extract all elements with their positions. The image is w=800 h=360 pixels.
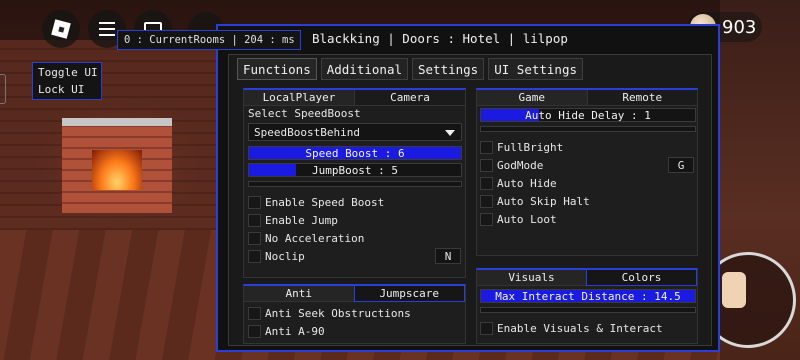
subtab-anti[interactable]: Anti (244, 286, 354, 302)
window-content: Functions Additional Settings UI Setting… (228, 54, 712, 346)
subtab-localplayer[interactable]: LocalPlayer (244, 90, 354, 106)
option-auto-skip-halt[interactable]: Auto Skip Halt (480, 194, 590, 208)
checkbox[interactable] (480, 176, 493, 190)
ui-controls-box: Toggle UI Lock UI (32, 62, 102, 100)
speedboost-dropdown[interactable]: SpeedBoostBehind (248, 123, 462, 141)
subtab-colors[interactable]: Colors (586, 270, 697, 286)
option-label: Auto Loot (497, 212, 557, 226)
noclip-keybind[interactable]: N (435, 248, 461, 264)
coin-value: 903 (722, 16, 757, 38)
option-enable-speed-boost[interactable]: Enable Speed Boost (248, 195, 384, 209)
checkbox[interactable] (248, 306, 261, 320)
max-interact-slider[interactable]: Max Interact Distance : 14.5 (480, 289, 696, 303)
checkbox[interactable] (248, 213, 261, 227)
anti-subtabs: Anti Jumpscare (244, 286, 465, 302)
option-label: Enable Speed Boost (265, 195, 385, 209)
roblox-menu-button[interactable] (42, 10, 80, 48)
subtab-remote[interactable]: Remote (586, 90, 697, 106)
option-label: Enable Visuals & Interact (497, 321, 663, 335)
subtab-camera[interactable]: Camera (354, 90, 465, 106)
max-interact-label: Max Interact Distance : 14.5 (495, 289, 681, 303)
empty-slider[interactable] (480, 307, 696, 313)
empty-slider[interactable] (248, 181, 462, 187)
anti-panel: Anti Jumpscare Anti Seek Obstructions An… (243, 284, 466, 344)
lock-ui-button[interactable]: Lock UI (38, 81, 101, 98)
checkbox[interactable] (248, 324, 261, 338)
option-enable-visuals[interactable]: Enable Visuals & Interact (480, 321, 663, 335)
option-no-acceleration[interactable]: No Acceleration (248, 231, 364, 245)
main-tab-bar: Functions Additional Settings UI Setting… (237, 58, 584, 80)
option-label: Auto Skip Halt (497, 194, 590, 208)
subtab-game[interactable]: Game (477, 90, 587, 106)
roblox-logo-icon (51, 19, 71, 39)
option-anti-a90[interactable]: Anti A-90 (248, 324, 325, 338)
game-subtabs: Game Remote (477, 90, 697, 106)
option-label: GodMode (497, 158, 544, 172)
option-label: Enable Jump (265, 213, 338, 227)
option-label: Noclip (265, 249, 305, 263)
game-panel: Game Remote Auto Hide Delay : 1 FullBrig… (476, 88, 698, 256)
option-enable-jump[interactable]: Enable Jump (248, 213, 338, 227)
hand-icon (722, 272, 746, 308)
checkbox[interactable] (248, 249, 261, 263)
checkbox[interactable] (480, 140, 493, 154)
option-label: Anti A-90 (265, 324, 325, 338)
exploit-window: Blackking | Doors : Hotel | lilpop Funct… (216, 24, 720, 352)
tab-ui-settings[interactable]: UI Settings (488, 58, 584, 80)
visuals-panel: Visuals Colors Max Interact Distance : 1… (476, 268, 698, 344)
option-fullbright[interactable]: FullBright (480, 140, 563, 154)
side-handle[interactable] (0, 74, 6, 104)
subtab-jumpscare[interactable]: Jumpscare (353, 286, 465, 302)
visuals-subtabs: Visuals Colors (477, 270, 697, 286)
option-label: FullBright (497, 140, 564, 154)
hamburger-icon (99, 22, 115, 24)
option-noclip[interactable]: Noclip (248, 249, 305, 263)
window-title[interactable]: Blackking | Doors : Hotel | lilpop (312, 31, 568, 49)
jump-boost-slider[interactable]: JumpBoost : 5 (248, 163, 462, 177)
checkbox[interactable] (480, 212, 493, 226)
player-subtabs: LocalPlayer Camera (244, 90, 465, 106)
toggle-ui-button[interactable]: Toggle UI (38, 64, 101, 81)
status-box: 0 : CurrentRooms | 204 : ms (117, 30, 301, 50)
checkbox[interactable] (480, 194, 493, 208)
jump-boost-label: JumpBoost : 5 (311, 163, 399, 177)
select-speedboost-label: Select SpeedBoost (248, 107, 361, 120)
speed-boost-label: Speed Boost : 6 (305, 146, 405, 160)
option-label: Anti Seek Obstructions (265, 306, 411, 320)
checkbox[interactable] (248, 195, 261, 209)
option-auto-hide[interactable]: Auto Hide (480, 176, 557, 190)
checkbox[interactable] (248, 231, 261, 245)
auto-hide-delay-slider[interactable]: Auto Hide Delay : 1 (480, 108, 696, 122)
player-panel: LocalPlayer Camera Select SpeedBoost Spe… (243, 88, 466, 278)
option-label: Auto Hide (497, 176, 557, 190)
chevron-down-icon (445, 130, 455, 136)
speed-boost-slider[interactable]: Speed Boost : 6 (248, 146, 462, 160)
option-auto-loot[interactable]: Auto Loot (480, 212, 557, 226)
option-anti-seek[interactable]: Anti Seek Obstructions (248, 306, 411, 320)
background-fire (92, 150, 142, 190)
option-label: No Acceleration (265, 231, 365, 245)
auto-hide-delay-label: Auto Hide Delay : 1 (525, 108, 651, 122)
subtab-visuals[interactable]: Visuals (477, 270, 586, 286)
checkbox[interactable] (480, 158, 493, 172)
godmode-keybind[interactable]: G (668, 157, 694, 173)
tab-functions[interactable]: Functions (237, 58, 317, 80)
empty-slider[interactable] (480, 126, 696, 132)
tab-additional[interactable]: Additional (320, 58, 408, 80)
dropdown-value: SpeedBoostBehind (254, 125, 360, 139)
tab-settings[interactable]: Settings (412, 58, 485, 80)
checkbox[interactable] (480, 321, 493, 335)
option-godmode[interactable]: GodMode (480, 158, 543, 172)
